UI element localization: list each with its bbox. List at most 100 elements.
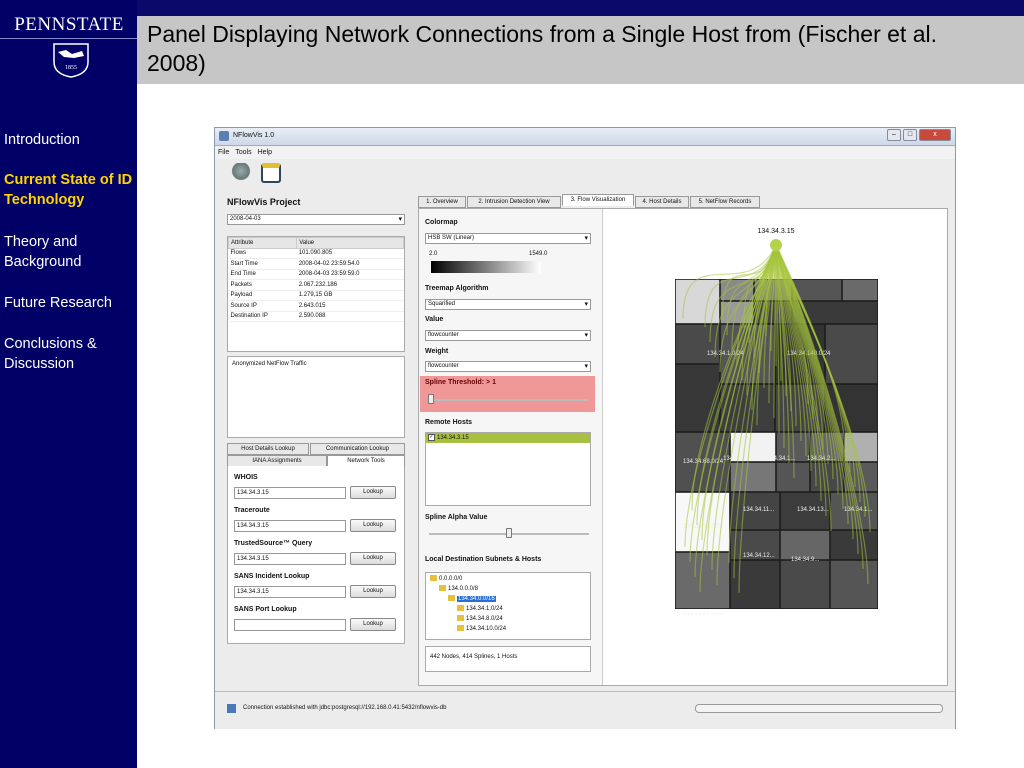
remote-host-checkbox[interactable]: ✓ <box>428 433 435 441</box>
remote-hosts-label: Remote Hosts <box>425 419 473 426</box>
main-tab-4[interactable]: 4. Host Details <box>635 196 689 208</box>
treemap-cell[interactable] <box>825 324 878 384</box>
treemap-cell[interactable] <box>675 364 720 432</box>
close-button[interactable]: x <box>919 129 951 141</box>
value-select[interactable]: flowcounter <box>425 330 591 341</box>
tree-item-label: 134.0.0.0/8 <box>448 586 479 592</box>
nav-item-1[interactable]: Current State of ID Technology <box>4 170 134 210</box>
nav-item-3[interactable]: Future Research <box>4 293 134 313</box>
colormap-select[interactable]: HSB SW (Linear) <box>425 233 591 244</box>
connection-icon <box>227 704 236 713</box>
lookup-input[interactable]: 134.34.3.15 <box>234 553 346 565</box>
attr-value: 2.643.015 <box>296 300 404 312</box>
tree-item[interactable]: 134.34.10.0/24 <box>430 624 506 634</box>
treemap-cell[interactable] <box>675 324 720 364</box>
tab-communication-lookup[interactable]: Communication Lookup <box>310 443 405 455</box>
treemap-label: 134.34.9... <box>791 557 820 563</box>
nav-item-2[interactable]: Theory and Background <box>4 232 134 272</box>
main-tab-3[interactable]: 3. Flow Visualization <box>562 194 634 206</box>
spline-threshold-slider[interactable] <box>428 394 435 404</box>
lookup-button[interactable]: Lookup <box>350 618 396 631</box>
lookup-button[interactable]: Lookup <box>350 486 396 499</box>
connect-db-icon[interactable] <box>231 163 251 183</box>
subnet-tree: 0.0.0.0/0 134.0.0.0/8 134.34.0.0/16 134.34.… <box>425 572 591 640</box>
attr-name: End Time <box>228 269 297 280</box>
status-text: Connection established with jdbc:postgre… <box>243 705 447 711</box>
treemap-cell[interactable] <box>675 552 730 609</box>
description-box: Anonymized NetFlow Traffic <box>227 356 405 438</box>
lookup-button[interactable]: Lookup <box>350 519 396 532</box>
controls-column: Colormap HSB SW (Linear) 2.0 1549.0 Tree… <box>419 209 603 685</box>
table-row: Payload 1.279,15 GB <box>228 290 404 301</box>
spline-alpha-slider[interactable] <box>506 528 512 538</box>
attr-value: 2.590.088 <box>296 311 404 322</box>
tree-item-label: 134.34.8.0/24 <box>466 616 503 622</box>
attr-header-value: Value <box>296 237 404 249</box>
treemap-cell[interactable] <box>780 530 830 560</box>
lookup-label: SANS Incident Lookup <box>234 573 310 580</box>
menu-bar: File Tools Help <box>215 147 955 159</box>
treemap-cell[interactable] <box>675 279 720 324</box>
treemap-select[interactable]: Squarified <box>425 299 591 310</box>
colormap-max: 1549.0 <box>529 251 548 257</box>
date-select[interactable]: 2008-04-03 <box>227 214 405 225</box>
maximize-button[interactable]: □ <box>903 129 917 141</box>
lookup-button[interactable]: Lookup <box>350 585 396 598</box>
folder-icon <box>448 595 455 602</box>
tree-item[interactable]: 134.34.1.0/24 <box>430 604 503 614</box>
treemap-label: 134.34.12... <box>743 553 775 559</box>
nav-item-0[interactable]: Introduction <box>4 130 134 150</box>
flow-visualization-panel: Colormap HSB SW (Linear) 2.0 1549.0 Tree… <box>418 208 948 686</box>
table-row: Flows 101.090.805 <box>228 248 404 259</box>
attr-name: Destination IP <box>228 311 297 322</box>
main-tab-1[interactable]: 1. Overview <box>418 196 466 208</box>
attr-name: Packets <box>228 279 297 291</box>
value-label: Value <box>425 316 444 323</box>
treemap-cell[interactable] <box>842 279 878 301</box>
shield-icon: 1855 <box>53 43 89 78</box>
treemap-cell[interactable] <box>830 530 878 560</box>
main-tab-5[interactable]: 5. NetFlow Records <box>690 196 760 208</box>
nav-item-4[interactable]: Conclusions & Discussion <box>4 334 134 374</box>
tree-item[interactable]: 0.0.0.0/0 <box>430 574 462 584</box>
table-row: Source IP 2.643.015 <box>228 300 404 312</box>
treemap-label: 134.34.53.0/24 <box>683 613 724 615</box>
tree-item[interactable]: 134.0.0.0/8 <box>430 584 478 594</box>
tree-item[interactable]: 134.34.8.0/24 <box>430 614 503 624</box>
menu-help[interactable]: Help <box>255 147 275 158</box>
menu-file[interactable]: File <box>215 147 232 158</box>
main-tab-2[interactable]: 2. Intrusion Detection View <box>467 196 561 208</box>
lookup-input[interactable]: 134.34.3.15 <box>234 520 346 532</box>
treemap-visualization[interactable]: 134.34.1.0/24 134.34.140.0/24134.34.68.0/… <box>611 215 941 615</box>
lookup-input[interactable]: 134.34.3.15 <box>234 487 346 499</box>
app-icon <box>219 131 229 141</box>
lookup-button[interactable]: Lookup <box>350 552 396 565</box>
treemap-cell[interactable] <box>830 560 878 609</box>
spline-threshold-label: Spline Threshold: > 1 <box>425 379 496 386</box>
lookup-label: TrustedSource™ Query <box>234 540 313 547</box>
menu-tools[interactable]: Tools <box>232 147 254 158</box>
new-window-icon[interactable] <box>261 163 281 183</box>
host-node[interactable] <box>770 239 782 251</box>
treemap-label: Treemap Algorithm <box>425 285 489 292</box>
treemap-label: 134.34.1... <box>767 456 796 462</box>
remote-host-row[interactable]: ✓ 134.34.3.15 <box>426 433 590 443</box>
logo: PENNSTATE 1855 <box>0 14 145 80</box>
lookup-input[interactable] <box>234 619 346 631</box>
status-bar: Connection established with jdbc:postgre… <box>215 691 955 729</box>
lookup-input[interactable]: 134.34.3.15 <box>234 586 346 598</box>
folder-icon <box>457 615 464 622</box>
treemap-cell[interactable] <box>730 560 780 609</box>
tree-item[interactable]: 134.34.0.0/16 <box>430 594 496 604</box>
weight-select[interactable]: flowcounter <box>425 361 591 372</box>
minimize-button[interactable]: – <box>887 129 901 141</box>
network-tools-panel: WHOIS 134.34.3.15 Lookup Traceroute 134.34.3… <box>227 466 405 644</box>
summary-text: 442 Nodes, 414 Splines, 1 Hosts <box>430 654 518 660</box>
attr-name: Start Time <box>228 258 297 270</box>
treemap-cell[interactable] <box>780 560 830 609</box>
subnets-label: Local Destination Subnets & Hosts <box>425 556 542 563</box>
treemap-cell[interactable] <box>776 462 810 492</box>
tab-host-details-lookup[interactable]: Host Details Lookup <box>227 443 309 455</box>
colormap-label: Colormap <box>425 219 458 226</box>
remote-host-label: 134.34.3.15 <box>437 435 469 441</box>
